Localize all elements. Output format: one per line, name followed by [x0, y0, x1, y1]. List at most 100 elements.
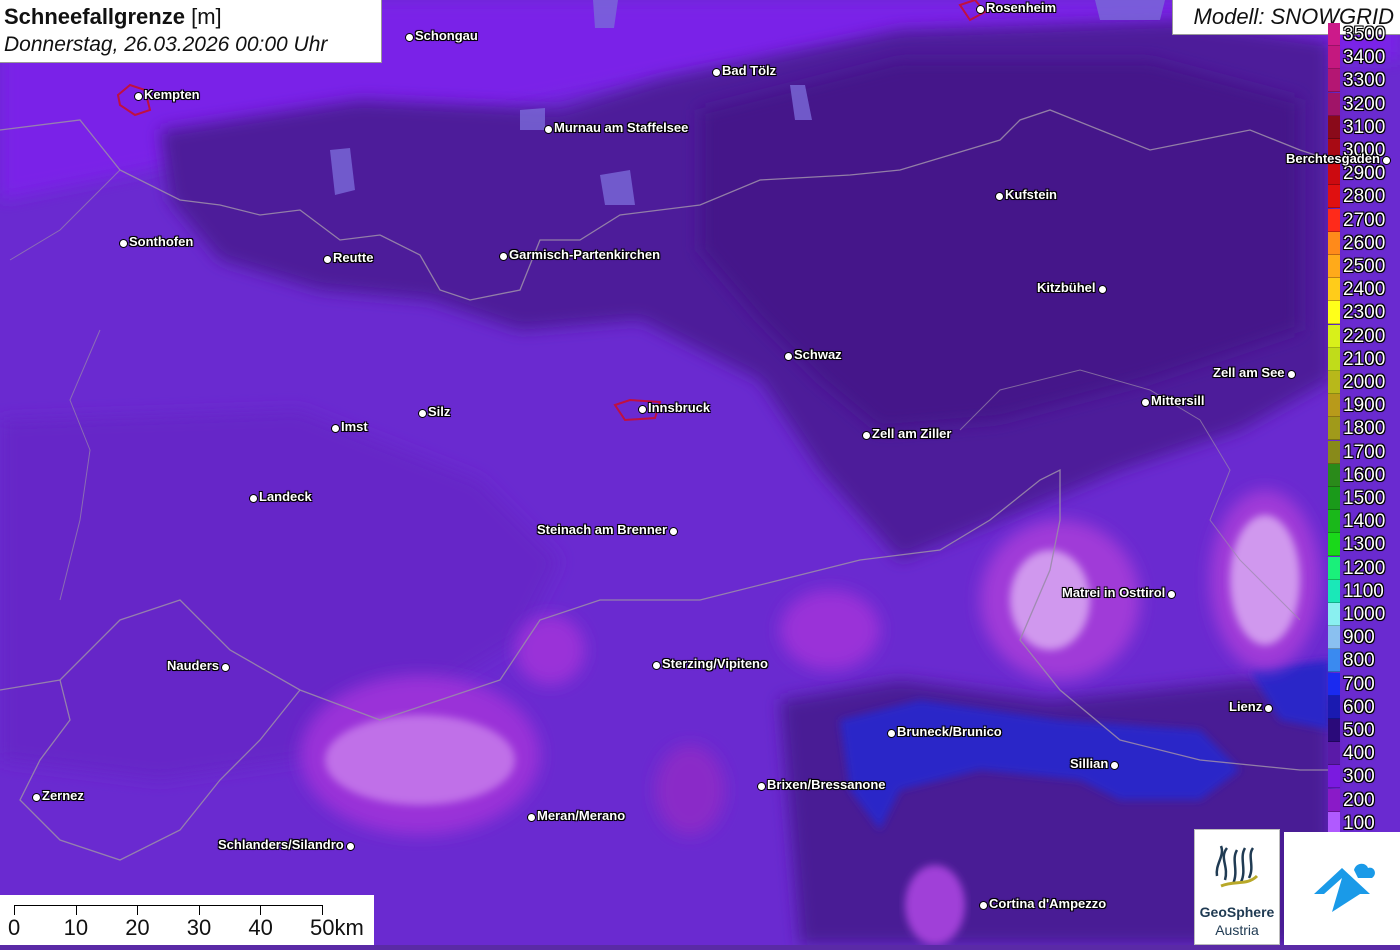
city-label[interactable]: Rosenheim [986, 0, 1056, 16]
city-label[interactable]: Meran/Merano [537, 808, 625, 824]
legend-row: 900 [1328, 626, 1400, 650]
legend-row: 3200 [1328, 92, 1400, 116]
city-label[interactable]: Brixen/Bressanone [767, 777, 886, 793]
city-marker[interactable] [323, 255, 332, 264]
legend-label: 500 [1343, 720, 1375, 741]
city-marker[interactable] [1110, 761, 1119, 770]
city-marker[interactable] [757, 782, 766, 791]
city-label[interactable]: Zernez [42, 788, 84, 804]
legend-row: 2200 [1328, 324, 1400, 348]
city-label[interactable]: Schlanders/Silandro [218, 837, 344, 853]
city-label[interactable]: Zell am See [1213, 365, 1285, 381]
city-marker[interactable] [527, 813, 536, 822]
city-marker[interactable] [887, 729, 896, 738]
legend-label: 2400 [1343, 279, 1386, 301]
city-label[interactable]: Kufstein [1005, 187, 1057, 203]
legend-label: 2300 [1343, 302, 1386, 324]
city-marker[interactable] [1287, 370, 1296, 379]
legend-row: 1600 [1328, 463, 1400, 487]
city-marker[interactable] [119, 239, 128, 248]
city-label[interactable]: Murnau am Staffelsee [554, 120, 688, 136]
city-label[interactable]: Garmisch-Partenkirchen [509, 247, 660, 263]
geosphere-logo[interactable]: GeoSphere Austria [1194, 829, 1280, 945]
city-label[interactable]: Cortina d'Ampezzo [989, 896, 1106, 912]
city-label[interactable]: Bruneck/Brunico [897, 724, 1002, 740]
city-marker[interactable] [249, 494, 258, 503]
scale-label: 0 [8, 915, 21, 940]
city-marker[interactable] [1167, 590, 1176, 599]
legend-row: 1100 [1328, 579, 1400, 603]
legend-label: 1400 [1343, 511, 1386, 533]
legend-swatch [1328, 371, 1340, 394]
city-label[interactable]: Schwaz [794, 347, 842, 363]
legend-swatch [1328, 765, 1340, 789]
city-marker[interactable] [499, 252, 508, 261]
city-label[interactable]: Matrei in Osttirol [1062, 585, 1165, 601]
city-marker[interactable] [405, 33, 414, 42]
city-label[interactable]: Sillian [1070, 756, 1108, 772]
field-high-7 [655, 745, 725, 835]
city-label[interactable]: Lienz [1229, 699, 1262, 715]
city-marker[interactable] [976, 5, 985, 14]
city-marker[interactable] [221, 663, 230, 672]
city-marker[interactable] [862, 431, 871, 440]
city-marker[interactable] [1141, 398, 1150, 407]
legend-swatch [1328, 255, 1340, 278]
city-marker[interactable] [418, 409, 427, 418]
city-label[interactable]: Sterzing/Vipiteno [662, 656, 768, 672]
city-marker[interactable] [134, 92, 143, 101]
city-label[interactable]: Mittersill [1151, 393, 1204, 409]
scale-tick [137, 905, 139, 915]
city-marker[interactable] [331, 424, 340, 433]
city-label[interactable]: Berchtesgaden [1286, 151, 1380, 167]
legend-label: 800 [1343, 650, 1375, 672]
city-marker[interactable] [346, 842, 355, 851]
city-marker[interactable] [712, 68, 721, 77]
field-high-6 [905, 865, 965, 945]
legend-swatch [1328, 695, 1340, 719]
city-label[interactable]: Silz [428, 404, 450, 420]
city-marker[interactable] [784, 352, 793, 361]
legend-label: 900 [1343, 627, 1375, 649]
field-high-4 [780, 590, 880, 670]
legend-row: 300 [1328, 765, 1400, 789]
city-marker[interactable] [544, 125, 553, 134]
legend-row: 500 [1328, 719, 1400, 742]
legend-row: 3500 [1328, 23, 1400, 46]
city-label[interactable]: Sonthofen [129, 234, 193, 250]
city-marker[interactable] [979, 901, 988, 910]
legend-label: 2200 [1343, 325, 1386, 347]
city-label[interactable]: Zell am Ziller [872, 426, 951, 442]
city-label[interactable]: Bad Tölz [722, 63, 776, 79]
city-label[interactable]: Kempten [144, 87, 200, 103]
city-label[interactable]: Kitzbühel [1037, 280, 1096, 296]
city-marker[interactable] [638, 405, 647, 414]
legend-swatch [1328, 672, 1340, 696]
city-label[interactable]: Nauders [167, 658, 219, 674]
legend-label: 3300 [1343, 70, 1386, 92]
city-label[interactable]: Schongau [415, 28, 478, 44]
city-marker[interactable] [1382, 156, 1391, 165]
city-label[interactable]: Innsbruck [648, 400, 710, 416]
city-label[interactable]: Reutte [333, 250, 373, 266]
legend-swatch [1328, 556, 1340, 580]
scale-label: 30 [186, 915, 212, 940]
city-label[interactable]: Steinach am Brenner [537, 522, 667, 538]
legend-swatch [1328, 626, 1340, 650]
city-marker[interactable] [1264, 704, 1273, 713]
app-logo[interactable] [1284, 832, 1400, 945]
legend-label: 1300 [1343, 534, 1386, 556]
city-marker[interactable] [652, 661, 661, 670]
legend-row: 1400 [1328, 510, 1400, 534]
city-marker[interactable] [669, 527, 678, 536]
forecast-datetime: Donnerstag, 26.03.2026 00:00 Uhr [4, 33, 328, 56]
legend-row: 2600 [1328, 231, 1400, 255]
snowline-map[interactable] [0, 0, 1400, 945]
legend-row: 2400 [1328, 278, 1400, 302]
city-marker[interactable] [32, 793, 41, 802]
city-marker[interactable] [1098, 285, 1107, 294]
city-label[interactable]: Landeck [259, 489, 312, 505]
legend-label: 2800 [1343, 186, 1386, 208]
city-label[interactable]: Imst [341, 419, 368, 435]
city-marker[interactable] [995, 192, 1004, 201]
